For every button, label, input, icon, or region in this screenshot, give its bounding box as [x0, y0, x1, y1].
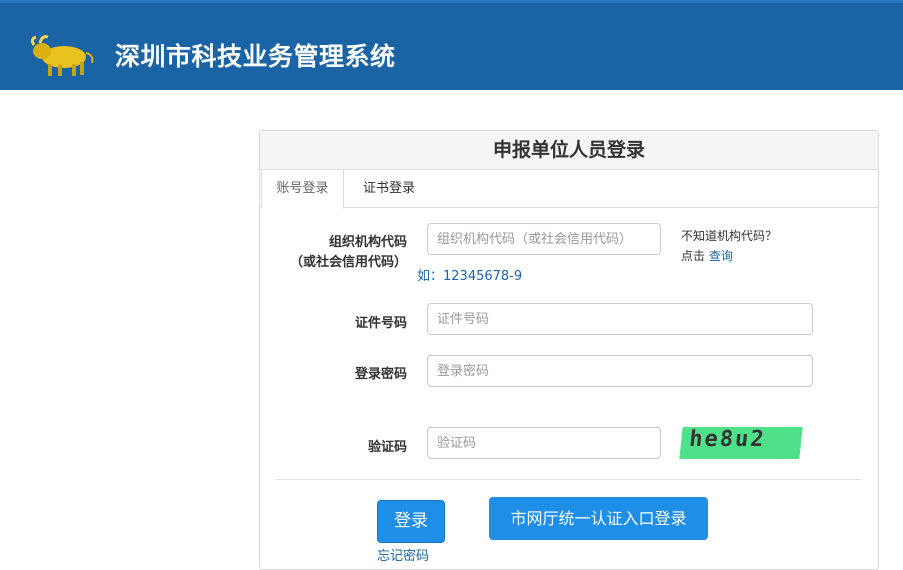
app-title: 深圳市科技业务管理系统	[115, 42, 396, 71]
login-button[interactable]: 登录	[377, 500, 445, 543]
city-portal-login-button[interactable]: 市网厅统一认证入口登录	[489, 497, 708, 540]
cert-no-label: 证件号码	[354, 316, 407, 331]
org-code-help-prefix: 点击	[681, 249, 706, 263]
form-divider	[275, 479, 862, 480]
org-code-query-link[interactable]: 查询	[709, 249, 733, 263]
org-code-label-sub: （或社会信用代码）	[289, 255, 407, 270]
panel-title: 申报单位人员登录	[260, 131, 878, 170]
org-code-help-question: 不知道机构代码？	[681, 229, 778, 243]
org-code-label: 组织机构代码	[328, 235, 407, 250]
org-code-input[interactable]	[427, 223, 661, 255]
captcha-input[interactable]	[427, 427, 661, 459]
org-code-help: 不知道机构代码？ 点击 查询	[681, 226, 777, 266]
login-tabs: 账号登录 证书登录	[260, 170, 878, 209]
tab-account-login[interactable]: 账号登录	[261, 170, 344, 209]
captcha-image[interactable]: he8u2	[679, 427, 803, 459]
login-panel: 申报单位人员登录 账号登录 证书登录 组织机构代码 （或社会信用代码） 如：12…	[259, 130, 879, 570]
cert-no-input[interactable]	[427, 303, 813, 335]
org-code-example: 如：12345678-9	[417, 269, 523, 284]
tab-certificate-login[interactable]: 证书登录	[347, 170, 431, 208]
password-label: 登录密码	[354, 367, 407, 382]
forgot-password-link[interactable]: 忘记密码	[377, 545, 429, 564]
password-input[interactable]	[427, 355, 813, 387]
bull-logo-icon	[30, 35, 94, 76]
app-header: 深圳市科技业务管理系统	[0, 0, 903, 90]
captcha-label: 验证码	[367, 440, 407, 455]
